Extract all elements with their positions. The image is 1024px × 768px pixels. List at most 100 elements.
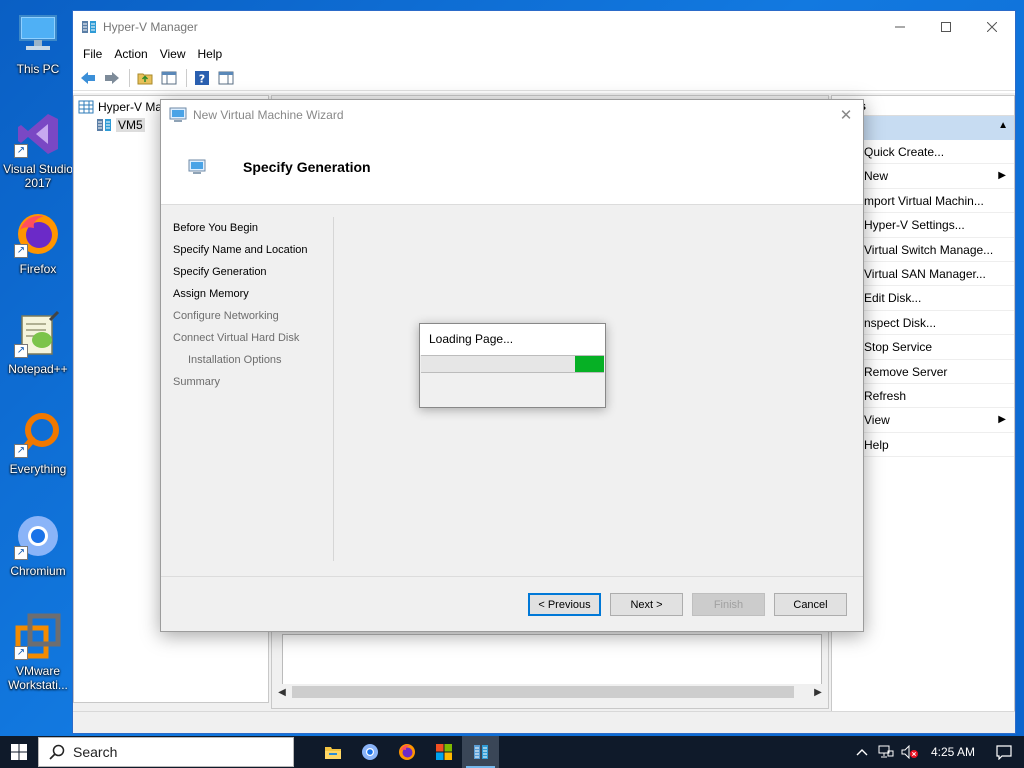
shortcut-arrow-icon: ↗ bbox=[14, 144, 28, 158]
tree-item-label: VM5 bbox=[116, 118, 145, 132]
taskbar-firefox[interactable] bbox=[388, 736, 425, 768]
step-summary: Summary bbox=[173, 376, 221, 388]
step-specify-generation[interactable]: Specify Generation bbox=[173, 264, 333, 286]
step-installation-options: Installation Options bbox=[188, 354, 282, 366]
taskbar-chromium[interactable] bbox=[351, 736, 388, 768]
toolbar: ? bbox=[73, 65, 1015, 91]
wizard-steps-list: Before You Begin Specify Name and Locati… bbox=[173, 220, 333, 396]
loading-text: Loading Page... bbox=[420, 324, 605, 355]
back-arrow-icon bbox=[81, 71, 95, 84]
action-label: View bbox=[864, 413, 890, 428]
network-status-icon bbox=[878, 745, 894, 758]
desktop-icon-label: Visual Studio 2017 bbox=[3, 162, 73, 190]
folder-up-icon bbox=[137, 73, 153, 84]
back-button[interactable] bbox=[77, 67, 99, 89]
desktop-icon-visual-studio[interactable]: ↗ Visual Studio 2017 bbox=[2, 106, 74, 198]
chromium-icon: ↗ bbox=[14, 512, 62, 560]
desktop-icon-label: This PC bbox=[16, 62, 60, 76]
vmware-icon: ↗ bbox=[14, 612, 62, 660]
taskbar-clock[interactable]: 4:25 AM bbox=[922, 745, 984, 759]
shortcut-arrow-icon: ↗ bbox=[14, 646, 28, 660]
taskbar-search-box[interactable]: Search bbox=[38, 737, 294, 767]
volume-muted-icon[interactable] bbox=[898, 745, 922, 759]
horizontal-scrollbar[interactable]: ◀ ▶ bbox=[274, 684, 826, 700]
taskbar-hyper-v-manager[interactable] bbox=[462, 736, 499, 768]
taskbar: Search 4:25 AM bbox=[0, 736, 1024, 768]
step-configure-networking: Configure Networking bbox=[173, 310, 279, 322]
wizard-page-title: Specify Generation bbox=[243, 159, 371, 175]
virtual-machine-icon bbox=[188, 159, 206, 174]
scroll-right-icon[interactable]: ▶ bbox=[810, 687, 826, 698]
submenu-arrow-icon: ▶ bbox=[998, 170, 1006, 182]
maximize-icon bbox=[941, 22, 951, 32]
maximize-button[interactable] bbox=[923, 11, 969, 43]
desktop-icons: This PC ↗ Visual Studio 2017 ↗ Firefox ↗… bbox=[0, 0, 76, 736]
desktop-icon-vmware[interactable]: ↗ VMware Workstati... bbox=[2, 608, 74, 700]
taskbar-microsoft-store[interactable] bbox=[425, 736, 462, 768]
action-label: mport Virtual Machin... bbox=[864, 193, 984, 208]
start-button[interactable] bbox=[0, 736, 38, 768]
menu-help[interactable]: Help bbox=[192, 43, 229, 65]
desktop-icon-label: Firefox bbox=[19, 262, 57, 276]
visual-studio-icon: ↗ bbox=[14, 110, 62, 158]
desktop-icon-this-pc[interactable]: This PC bbox=[2, 6, 74, 98]
file-explorer-icon bbox=[324, 747, 341, 759]
step-assign-memory[interactable]: Assign Memory bbox=[173, 286, 333, 308]
collapse-up-icon[interactable]: ▲ bbox=[998, 120, 1008, 131]
wizard-titlebar[interactable]: New Virtual Machine Wizard ✕ bbox=[161, 100, 863, 130]
desktop-icon-label: Notepad++ bbox=[8, 362, 68, 376]
close-button[interactable] bbox=[969, 11, 1015, 43]
action-center-button[interactable] bbox=[984, 744, 1024, 760]
desktop-icon-everything[interactable]: ↗ Everything bbox=[2, 406, 74, 498]
menu-file[interactable]: File bbox=[77, 43, 108, 65]
search-icon bbox=[49, 744, 65, 760]
desktop-icon-label: Chromium bbox=[10, 564, 66, 578]
next-button[interactable]: Next > bbox=[610, 593, 683, 616]
wizard-app-icon bbox=[169, 107, 187, 122]
shortcut-arrow-icon: ↗ bbox=[14, 546, 28, 560]
action-pane-icon bbox=[218, 71, 234, 84]
tree-item-label: Hyper-V Ma bbox=[98, 100, 163, 114]
step-specify-name-and-location[interactable]: Specify Name and Location bbox=[173, 242, 333, 264]
scroll-left-icon[interactable]: ◀ bbox=[274, 687, 290, 698]
close-icon bbox=[987, 22, 997, 32]
forward-arrow-icon bbox=[105, 71, 119, 84]
main-window-title: Hyper-V Manager bbox=[103, 20, 198, 34]
desktop-icon-chromium[interactable]: ↗ Chromium bbox=[2, 508, 74, 600]
desktop-icon-notepad-plus-plus[interactable]: ↗ Notepad++ bbox=[2, 306, 74, 398]
desktop-icon-firefox[interactable]: ↗ Firefox bbox=[2, 206, 74, 298]
search-placeholder: Search bbox=[73, 744, 118, 760]
menu-action[interactable]: Action bbox=[108, 43, 153, 65]
menu-view[interactable]: View bbox=[154, 43, 192, 65]
speaker-muted-icon bbox=[901, 745, 918, 759]
up-folder-button[interactable] bbox=[134, 67, 156, 89]
status-bar bbox=[73, 711, 1015, 733]
menu-bar: File Action View Help bbox=[73, 43, 1015, 65]
hyper-v-manager-icon bbox=[78, 100, 94, 114]
forward-button[interactable] bbox=[101, 67, 123, 89]
action-label: Virtual SAN Manager... bbox=[864, 266, 986, 281]
show-hidden-icons-chevron-icon[interactable] bbox=[850, 748, 874, 756]
show-hide-console-tree-button[interactable] bbox=[158, 67, 180, 89]
server-icon bbox=[97, 119, 111, 131]
main-titlebar[interactable]: Hyper-V Manager bbox=[73, 11, 1015, 43]
tree-item-hyper-v-manager[interactable]: Hyper-V Ma bbox=[78, 98, 162, 116]
tree-item-vm5[interactable]: VM5 bbox=[96, 116, 145, 134]
everything-search-icon: ↗ bbox=[14, 410, 62, 458]
show-hide-action-pane-button[interactable] bbox=[215, 67, 237, 89]
notepad-plus-plus-icon: ↗ bbox=[14, 310, 62, 358]
scrollbar-thumb[interactable] bbox=[292, 686, 794, 698]
step-before-you-begin[interactable]: Before You Begin bbox=[173, 220, 333, 242]
previous-button[interactable]: < Previous bbox=[528, 593, 601, 616]
network-icon[interactable] bbox=[874, 745, 898, 759]
shortcut-arrow-icon: ↗ bbox=[14, 344, 28, 358]
minimize-button[interactable] bbox=[877, 11, 923, 43]
help-button[interactable]: ? bbox=[191, 67, 213, 89]
desktop-icon-label: Everything bbox=[9, 462, 67, 476]
wizard-close-icon[interactable]: ✕ bbox=[829, 106, 863, 124]
cancel-button[interactable]: Cancel bbox=[774, 593, 847, 616]
action-label: Hyper-V Settings... bbox=[864, 218, 965, 233]
taskbar-file-explorer[interactable] bbox=[314, 736, 351, 768]
hyper-v-manager-icon bbox=[473, 745, 488, 759]
action-label: Remove Server bbox=[864, 364, 948, 379]
